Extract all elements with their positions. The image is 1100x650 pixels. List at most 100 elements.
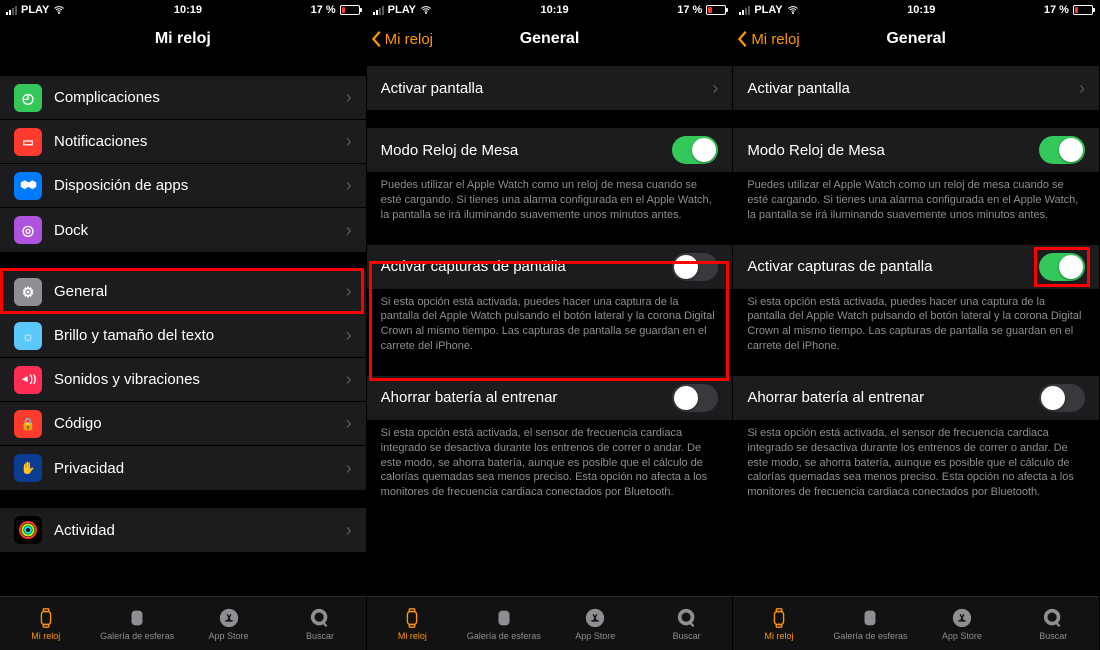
row-label: Código bbox=[54, 415, 340, 432]
tab-appstore[interactable]: App Store bbox=[183, 597, 274, 650]
row-dock[interactable]: ◎Dock› bbox=[0, 208, 366, 252]
general-list[interactable]: Activar pantalla› Modo Reloj de Mesa Pue… bbox=[367, 58, 733, 596]
toggle-bateria[interactable] bbox=[1039, 384, 1085, 412]
toggle-bateria[interactable] bbox=[672, 384, 718, 412]
tab-label: Buscar bbox=[673, 631, 701, 641]
status-bar: PLAY 10:19 17 % bbox=[367, 0, 733, 20]
sounds-icon: ◄)) bbox=[14, 366, 42, 394]
note-capturas: Si esta opción está activada, puedes hac… bbox=[367, 289, 733, 358]
tab-buscar[interactable]: Buscar bbox=[1008, 597, 1099, 650]
tab-galeria[interactable]: Galería de esferas bbox=[91, 597, 182, 650]
general-list[interactable]: Activar pantalla› Modo Reloj de Mesa Pue… bbox=[733, 58, 1099, 596]
row-label: Ahorrar batería al entrenar bbox=[747, 389, 1039, 406]
row-brillo[interactable]: ☼Brillo y tamaño del texto› bbox=[0, 314, 366, 358]
note-modo-mesa: Puedes utilizar el Apple Watch como un r… bbox=[367, 172, 733, 227]
toggle-capturas[interactable] bbox=[672, 253, 718, 281]
tab-label: Galería de esferas bbox=[467, 631, 541, 641]
chevron-right-icon: › bbox=[712, 78, 718, 99]
screen-my-watch: PLAY 10:19 17 % Mi reloj ◴Complicaciones… bbox=[0, 0, 367, 650]
tab-label: App Store bbox=[575, 631, 615, 641]
tab-buscar[interactable]: Buscar bbox=[641, 597, 732, 650]
screen-general-off: PLAY 10:19 17 % Mi reloj General Activar… bbox=[367, 0, 734, 650]
row-capturas[interactable]: Activar capturas de pantalla bbox=[367, 245, 733, 289]
row-sonidos[interactable]: ◄)) Sonidos y vibraciones › bbox=[0, 358, 366, 402]
face-gallery-icon bbox=[859, 607, 881, 629]
chevron-left-icon bbox=[737, 30, 749, 48]
tab-bar: Mi reloj Galería de esferas App Store Bu… bbox=[0, 596, 366, 650]
chevron-right-icon: › bbox=[1079, 78, 1085, 99]
row-actividad[interactable]: Actividad› bbox=[0, 508, 366, 552]
row-activar-pantalla[interactable]: Activar pantalla› bbox=[367, 66, 733, 110]
group-2: ⚙General› ☼Brillo y tamaño del texto› ◄)… bbox=[0, 270, 366, 490]
back-button[interactable]: Mi reloj bbox=[371, 20, 433, 58]
group-3: Actividad› bbox=[0, 508, 366, 552]
row-bateria[interactable]: Ahorrar batería al entrenar bbox=[367, 376, 733, 420]
clock-label: 10:19 bbox=[541, 4, 569, 16]
row-notificaciones[interactable]: ▭Notificaciones› bbox=[0, 120, 366, 164]
chevron-right-icon: › bbox=[346, 369, 352, 390]
appstore-icon bbox=[951, 607, 973, 629]
wifi-icon bbox=[53, 4, 65, 16]
toggle-modo-mesa[interactable] bbox=[672, 136, 718, 164]
chevron-right-icon: › bbox=[346, 325, 352, 346]
carrier-label: PLAY bbox=[21, 4, 49, 16]
row-bateria[interactable]: Ahorrar batería al entrenar bbox=[733, 376, 1099, 420]
tab-label: Galería de esferas bbox=[100, 631, 174, 641]
watch-icon bbox=[401, 607, 423, 629]
appstore-icon bbox=[584, 607, 606, 629]
row-label: General bbox=[54, 283, 340, 300]
tab-galeria[interactable]: Galería de esferas bbox=[458, 597, 549, 650]
tab-appstore[interactable]: App Store bbox=[550, 597, 641, 650]
nav-header: Mi reloj bbox=[0, 20, 366, 58]
status-bar: PLAY 10:19 17 % bbox=[0, 0, 366, 20]
tab-label: Mi reloj bbox=[765, 631, 794, 641]
activity-icon bbox=[14, 516, 42, 544]
tab-galeria[interactable]: Galería de esferas bbox=[825, 597, 916, 650]
tab-mireloj[interactable]: Mi reloj bbox=[0, 597, 91, 650]
row-label: Modo Reloj de Mesa bbox=[747, 142, 1039, 159]
row-privacidad[interactable]: ✋Privacidad› bbox=[0, 446, 366, 490]
battery-pct: 17 % bbox=[677, 4, 702, 16]
row-disposicion[interactable]: ⬢⬢Disposición de apps› bbox=[0, 164, 366, 208]
signal-icon bbox=[739, 6, 750, 15]
battery-pct: 17 % bbox=[1044, 4, 1069, 16]
tab-label: Galería de esferas bbox=[833, 631, 907, 641]
row-codigo[interactable]: 🔒Código› bbox=[0, 402, 366, 446]
row-label: Brillo y tamaño del texto bbox=[54, 327, 340, 344]
row-activar-pantalla[interactable]: Activar pantalla› bbox=[733, 66, 1099, 110]
toggle-modo-mesa[interactable] bbox=[1039, 136, 1085, 164]
tab-mireloj[interactable]: Mi reloj bbox=[733, 597, 824, 650]
lock-icon: 🔒 bbox=[14, 410, 42, 438]
row-label: Complicaciones bbox=[54, 89, 340, 106]
row-label: Dock bbox=[54, 222, 340, 239]
chevron-right-icon: › bbox=[346, 87, 352, 108]
watch-icon bbox=[768, 607, 790, 629]
tab-bar: Mi reloj Galería de esferas App Store Bu… bbox=[367, 596, 733, 650]
back-button[interactable]: Mi reloj bbox=[737, 20, 799, 58]
note-bateria: Si esta opción está activada, el sensor … bbox=[367, 420, 733, 504]
note-bateria: Si esta opción está activada, el sensor … bbox=[733, 420, 1099, 504]
back-label: Mi reloj bbox=[385, 31, 433, 48]
row-modo-mesa[interactable]: Modo Reloj de Mesa bbox=[733, 128, 1099, 172]
clock-label: 10:19 bbox=[174, 4, 202, 16]
settings-list[interactable]: ◴Complicaciones› ▭Notificaciones› ⬢⬢Disp… bbox=[0, 58, 366, 596]
back-label: Mi reloj bbox=[751, 31, 799, 48]
row-general[interactable]: ⚙General› bbox=[0, 270, 366, 314]
face-gallery-icon bbox=[126, 607, 148, 629]
row-modo-mesa[interactable]: Modo Reloj de Mesa bbox=[367, 128, 733, 172]
tab-label: App Store bbox=[942, 631, 982, 641]
row-complicaciones[interactable]: ◴Complicaciones› bbox=[0, 76, 366, 120]
screen-general-on: PLAY 10:19 17 % Mi reloj General Activar… bbox=[733, 0, 1100, 650]
chevron-right-icon: › bbox=[346, 175, 352, 196]
row-capturas[interactable]: Activar capturas de pantalla bbox=[733, 245, 1099, 289]
row-label: Sonidos y vibraciones bbox=[54, 371, 340, 388]
note-capturas: Si esta opción está activada, puedes hac… bbox=[733, 289, 1099, 358]
toggle-capturas[interactable] bbox=[1039, 253, 1085, 281]
tab-buscar[interactable]: Buscar bbox=[274, 597, 365, 650]
notifications-icon: ▭ bbox=[14, 128, 42, 156]
tab-appstore[interactable]: App Store bbox=[916, 597, 1007, 650]
wifi-icon bbox=[787, 4, 799, 16]
battery-pct: 17 % bbox=[311, 4, 336, 16]
battery-icon bbox=[340, 5, 360, 15]
tab-mireloj[interactable]: Mi reloj bbox=[367, 597, 458, 650]
